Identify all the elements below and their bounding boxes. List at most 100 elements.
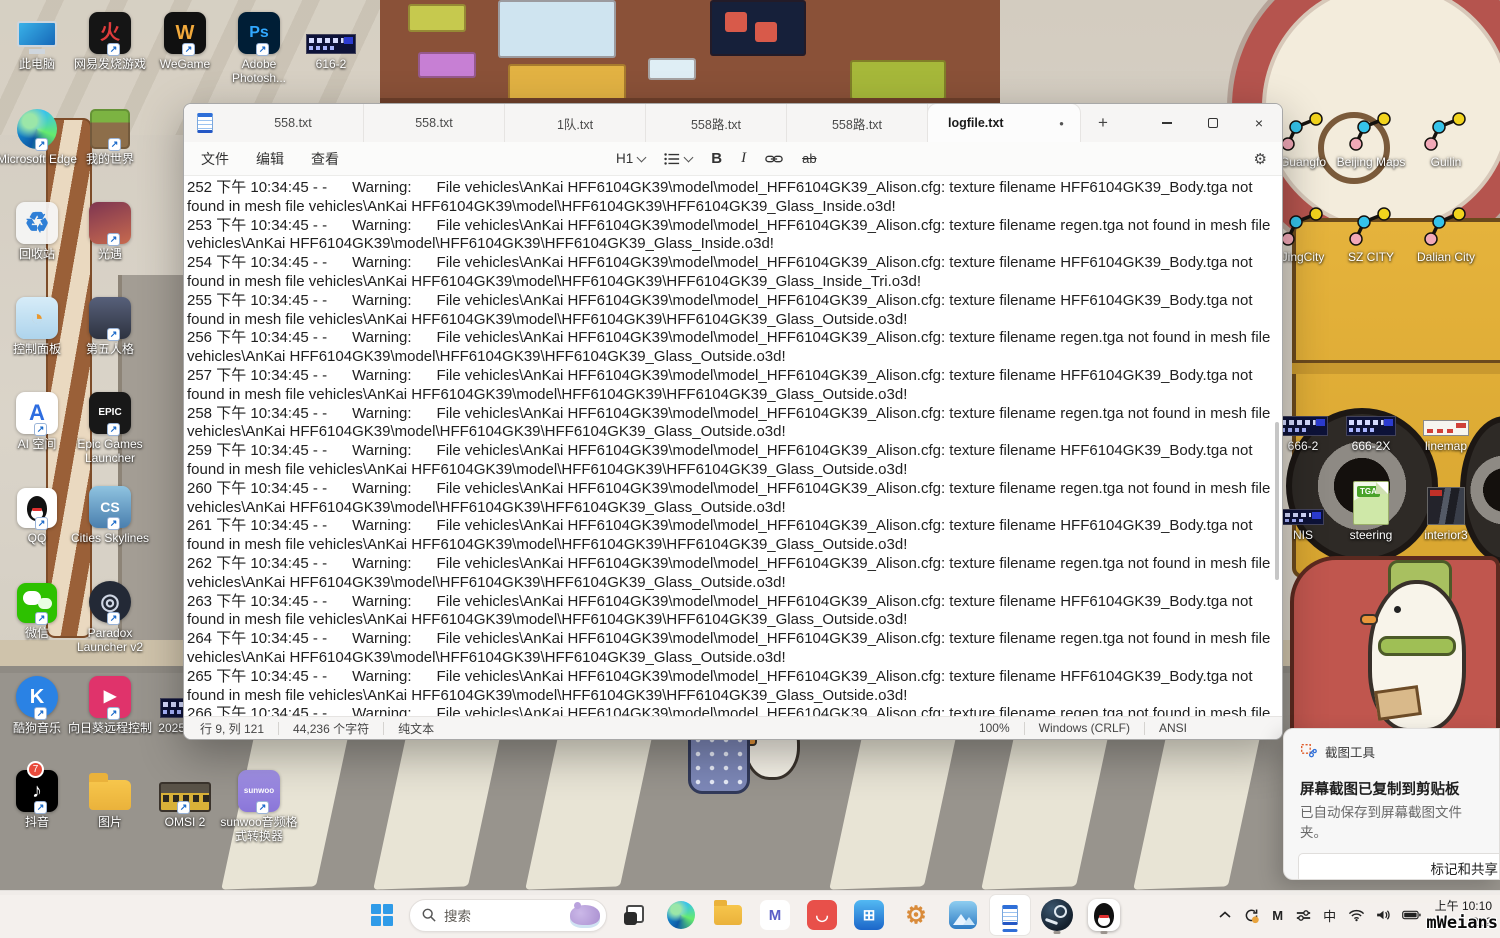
icon-holder	[306, 8, 356, 54]
minimize-button[interactable]	[1144, 104, 1190, 142]
desktop-icon-pictures[interactable]: 图片	[68, 766, 152, 829]
m-tray-icon[interactable]: M	[1266, 898, 1290, 932]
search-box[interactable]: 搜索	[409, 899, 607, 932]
task-view-button[interactable]	[614, 895, 654, 935]
desktop-icon-sz-city[interactable]: SZ CITY	[1329, 201, 1413, 264]
battery-icon[interactable]	[1398, 898, 1425, 932]
menu-文件[interactable]: 文件	[201, 149, 229, 169]
icon-holder: K↗	[16, 672, 58, 718]
list-style-dropdown[interactable]	[664, 152, 692, 166]
icon-holder	[1348, 201, 1394, 247]
icon-holder	[1282, 479, 1324, 525]
new-tab-button[interactable]: +	[1088, 108, 1118, 138]
desktop-icon-guilin[interactable]: Guilin	[1404, 106, 1488, 169]
notepad-app-icon	[197, 113, 213, 133]
icon-holder	[1280, 201, 1326, 247]
desktop-icon-minecraft[interactable]: ↗我的世界	[68, 103, 152, 166]
desktop-icon-wegame[interactable]: W↗WeGame	[143, 8, 227, 71]
tab-558路.txt[interactable]: 558路.txt	[646, 104, 787, 142]
desktop-icon-616-2[interactable]: 616-2	[289, 8, 373, 71]
start-button[interactable]	[362, 895, 402, 935]
strikethrough-button[interactable]: ab	[802, 151, 816, 166]
hidden-icons-chevron[interactable]	[1213, 898, 1237, 932]
icon-holder: ◎↗	[89, 577, 131, 623]
desktop-icon-netease-games[interactable]: 火↗网易发烧游戏	[68, 8, 152, 71]
edge-browser-button[interactable]	[661, 895, 701, 935]
wallpaper-shop-item	[725, 12, 747, 32]
desktop-icon-label: sunwoo音频格式转换器	[217, 815, 301, 843]
tab-558.txt[interactable]: 558.txt	[223, 104, 364, 142]
scrollbar-thumb[interactable]	[1275, 422, 1279, 580]
tab-558.txt[interactable]: 558.txt	[364, 104, 505, 142]
wifi-icon[interactable]	[1344, 898, 1369, 932]
menu-查看[interactable]: 查看	[311, 149, 339, 169]
desktop-icon-beijing-maps[interactable]: Beijing Maps	[1329, 106, 1413, 169]
desktop-icon-sunwoo-converter[interactable]: sunwoo↗sunwoo音频格式转换器	[217, 766, 301, 843]
desktop-icon-steering[interactable]: steering	[1329, 479, 1413, 542]
desktop-icon-dalian-city[interactable]: Dalian City	[1404, 201, 1488, 264]
gear-app-button[interactable]: ⚙	[896, 895, 936, 935]
m-app-button[interactable]: M	[755, 895, 795, 935]
bold-button[interactable]: B	[711, 150, 722, 167]
desktop-icon-paradox-launcher[interactable]: ◎↗Paradox Launcher v2	[68, 577, 152, 654]
this-pc-icon	[17, 21, 57, 54]
heading-style-dropdown[interactable]: H1	[616, 151, 645, 166]
ai-space-glyph: A	[29, 402, 45, 424]
m-tray-icon-glyph: M	[1272, 908, 1283, 923]
desktop-icon-sky[interactable]: ↗光遇	[68, 198, 152, 261]
snipping-tool-toast[interactable]: 截图工具 屏幕截图已复制到剪贴板 已自动保存到屏幕截图文件夹。 标记和共享	[1283, 728, 1500, 880]
steam-app-button[interactable]	[1037, 895, 1077, 935]
control-panel-glyph: ◔	[30, 307, 43, 329]
desktop-icon-label: Microsoft Edge	[0, 152, 77, 166]
desktop-icon-666-2x[interactable]: 666-2X	[1329, 390, 1413, 453]
maximize-button[interactable]	[1190, 104, 1236, 142]
sliders-tray-icon[interactable]	[1292, 898, 1316, 932]
close-button[interactable]: ×	[1236, 104, 1282, 142]
tab-logfile.txt[interactable]: logfile.txt●	[928, 104, 1080, 142]
tab-558路.txt[interactable]: 558路.txt	[787, 104, 928, 142]
tab-label: 558路.txt	[832, 114, 882, 133]
menu-编辑[interactable]: 编辑	[256, 149, 284, 169]
notepad-app-button[interactable]	[990, 895, 1030, 935]
file-explorer-button[interactable]	[708, 895, 748, 935]
ime-indicator[interactable]: 中	[1318, 898, 1342, 932]
encoding-type[interactable]: ANSI	[1159, 721, 1187, 735]
desktop-icon-interior3[interactable]: interior3	[1404, 479, 1488, 542]
volume-icon[interactable]	[1371, 898, 1396, 932]
close-icon: ×	[1255, 115, 1263, 131]
desktop-icon-cities-skylines[interactable]: CS↗Cities Skylines	[68, 482, 152, 545]
nis-icon	[1282, 509, 1324, 525]
file-explorer-icon	[714, 905, 742, 925]
desktop-icon-identity-v[interactable]: ↗第五人格	[68, 293, 152, 356]
italic-button[interactable]: I	[741, 150, 746, 167]
zoom-level[interactable]: 100%	[979, 721, 1010, 735]
tab-1队.txt[interactable]: 1队.txt	[505, 104, 646, 142]
desktop-icon-epic-games-launcher[interactable]: EPIC↗Epic Games Launcher	[68, 388, 152, 465]
qq-app-button[interactable]	[1084, 895, 1124, 935]
shortcut-arrow-icon: ↗	[177, 801, 190, 814]
shortcut-arrow-icon: ↗	[107, 423, 120, 436]
beijing-maps-icon	[1348, 110, 1394, 152]
mark-and-share-button[interactable]: 标记和共享	[1298, 853, 1500, 880]
huawei-appgallery-button[interactable]: ◡	[802, 895, 842, 935]
text-editor[interactable]: 252 下午 10:34:45 - - Warning: File vehicl…	[184, 176, 1282, 716]
running-app-indicator	[1101, 931, 1108, 934]
volume-icon	[1375, 908, 1392, 922]
photos-app-button[interactable]	[943, 895, 983, 935]
line-ending-type[interactable]: Windows (CRLF)	[1039, 721, 1130, 735]
microsoft-store-button-icon: ⊞	[854, 900, 884, 930]
sync-tray-icon[interactable]	[1239, 898, 1264, 932]
desktop-icon-omsi2[interactable]: ↗OMSI 2	[143, 766, 227, 829]
log-line: 256 下午 10:34:45 - - Warning: File vehicl…	[187, 329, 1276, 367]
log-line: 257 下午 10:34:45 - - Warning: File vehicl…	[187, 367, 1276, 405]
settings-gear-icon[interactable]: ⚙	[1254, 150, 1267, 168]
microsoft-store-button[interactable]: ⊞	[849, 895, 889, 935]
battery-icon	[1402, 909, 1421, 921]
gear-app-button-glyph: ⚙	[905, 901, 927, 930]
link-button[interactable]	[765, 153, 783, 165]
desktop-icon-sunflower-remote[interactable]: ▶↗向日葵远程控制	[68, 672, 152, 735]
desktop-icon-linemap[interactable]: linemap	[1404, 390, 1488, 453]
qq-penguin-icon	[1094, 903, 1114, 928]
icon-holder	[1280, 106, 1326, 152]
pictures-icon	[89, 780, 131, 810]
